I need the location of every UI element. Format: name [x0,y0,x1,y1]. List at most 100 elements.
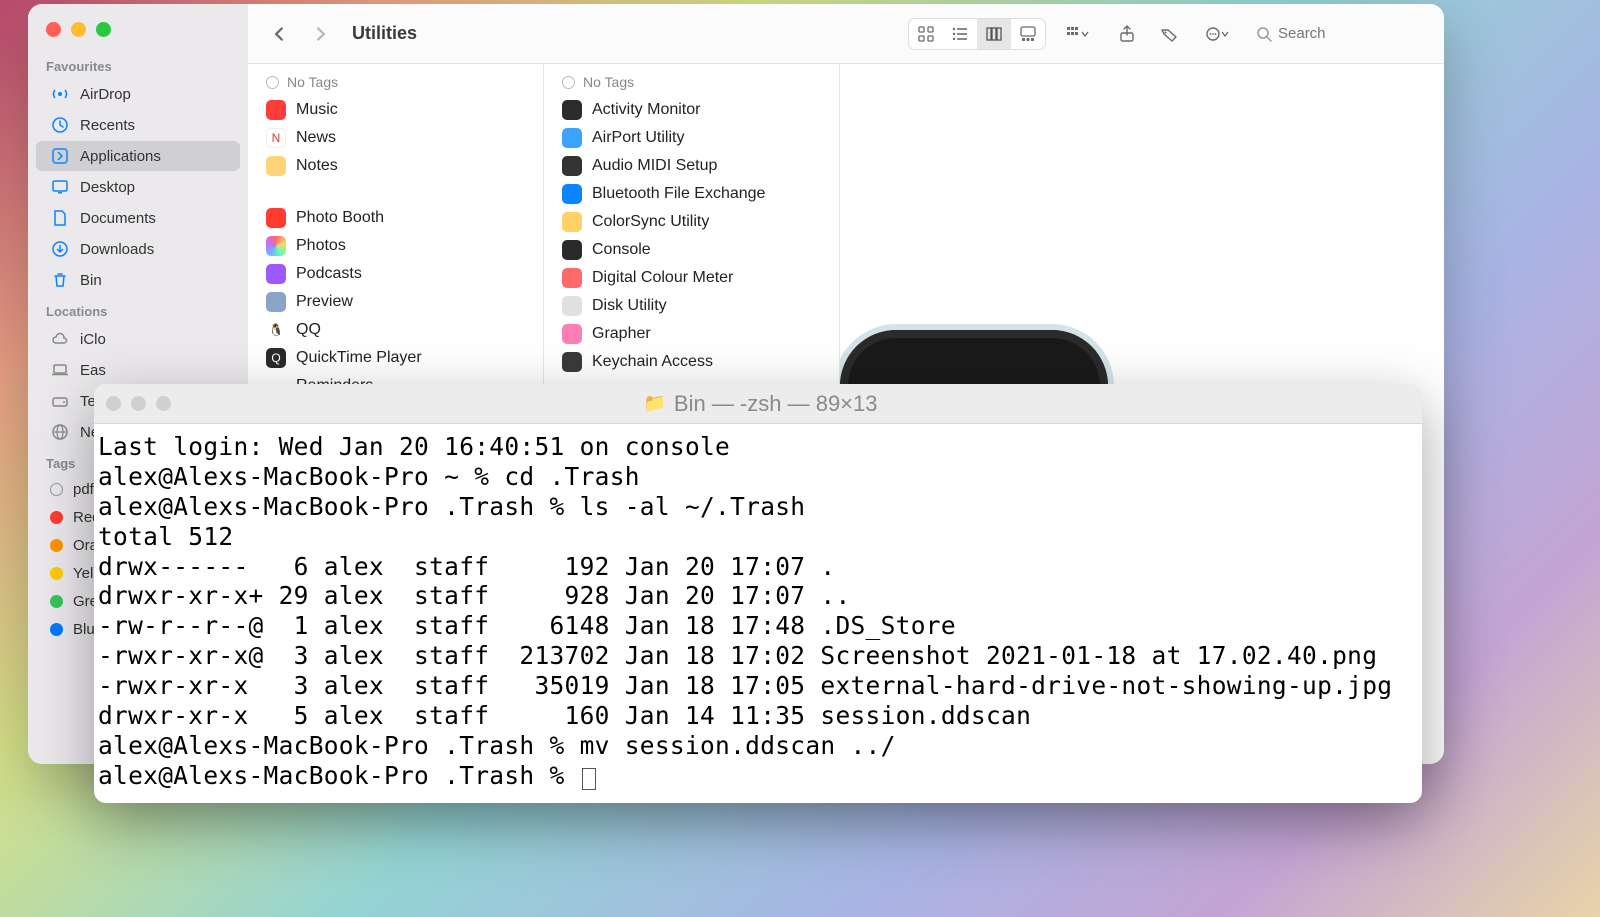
file-label: AirPort Utility [592,129,684,147]
group-by-button[interactable] [1054,19,1102,49]
file-item[interactable]: Activity Monitor [544,96,839,124]
file-item[interactable]: Preview [248,288,543,316]
tags-button[interactable] [1152,19,1186,49]
app-icon [562,324,582,344]
file-item[interactable]: Music [248,96,543,124]
view-gallery-button[interactable] [1011,19,1045,49]
file-label: Grapher [592,325,651,343]
window-controls [28,16,248,51]
tag-dot-icon [50,567,63,580]
minimize-button[interactable] [71,22,86,37]
app-icon [266,264,286,284]
file-item[interactable]: Podcasts [248,260,543,288]
file-item[interactable]: Bluetooth File Exchange [544,180,839,208]
sidebar-item-label: iClo [80,331,106,348]
app-icon [562,184,582,204]
file-label: ColorSync Utility [592,213,709,231]
forward-button[interactable] [304,19,338,49]
sidebar-head-favourites: Favourites [28,51,248,78]
terminal-title: 📁 Bin — -zsh — 89×13 [181,391,1340,417]
file-label: Digital Colour Meter [592,269,733,287]
close-button[interactable] [46,22,61,37]
tag-dot-icon [50,539,63,552]
back-button[interactable] [262,19,296,49]
sidebar-item-documents[interactable]: Documents [36,203,240,233]
cursor [582,768,596,790]
app-icon [562,352,582,372]
file-item[interactable]: QQuickTime Player [248,344,543,372]
file-label: QQ [296,321,321,339]
finder-toolbar: Utilities [248,4,1444,64]
sidebar-item-applications[interactable]: Applications [36,141,240,171]
sidebar-item-airdrop[interactable]: AirDrop [36,79,240,109]
search-icon [1256,26,1272,42]
sidebar-item-label: Blu [73,621,95,638]
actions-button[interactable] [1194,19,1242,49]
file-label: News [296,129,336,147]
sidebar-item-desktop[interactable]: Desktop [36,172,240,202]
file-item[interactable]: 🐧 QQ [248,316,543,344]
no-tags-header: No Tags [544,64,839,96]
zoom-button[interactable] [96,22,111,37]
zoom-button[interactable] [156,396,171,411]
doc-icon [50,208,70,228]
finder-title: Utilities [352,23,417,44]
search-input[interactable] [1278,25,1418,42]
app-icon: Q [266,348,286,368]
file-item[interactable]: Photo Booth [248,204,543,232]
file-label: Notes [296,157,338,175]
file-label: Photo Booth [296,209,384,227]
file-label: Audio MIDI Setup [592,157,717,175]
desktop-icon [50,177,70,197]
file-label: Preview [296,293,353,311]
terminal-content[interactable]: Last login: Wed Jan 20 16:40:51 on conso… [94,424,1422,803]
close-button[interactable] [106,396,121,411]
sidebar-item-label: pdf [73,481,94,498]
view-list-button[interactable] [943,19,977,49]
sidebar-head-locations: Locations [28,296,248,323]
file-label: Podcasts [296,265,362,283]
sidebar-item-downloads[interactable]: Downloads [36,234,240,264]
file-item[interactable]: Audio MIDI Setup [544,152,839,180]
app-icon [266,208,286,228]
app-icon [266,100,286,120]
file-item[interactable]: Grapher [544,320,839,348]
file-item[interactable]: Disk Utility [544,292,839,320]
sidebar-item-label: Documents [80,210,156,227]
file-item[interactable]: AirPort Utility [544,124,839,152]
minimize-button[interactable] [131,396,146,411]
view-columns-button[interactable] [977,19,1011,49]
app-icon [562,212,582,232]
app-icon: 🐧 [266,320,286,340]
cloud-icon [50,329,70,349]
download-icon [50,239,70,259]
view-icons-button[interactable] [909,19,943,49]
disk-icon [50,391,70,411]
sidebar-item-iclo[interactable]: iClo [36,324,240,354]
sidebar-item-eas[interactable]: Eas [36,355,240,385]
sidebar-item-label: Eas [80,362,106,379]
file-item[interactable]: Notes [248,152,543,180]
file-item[interactable]: Console [544,236,839,264]
share-button[interactable] [1110,19,1144,49]
tag-dot-icon [50,623,63,636]
file-item[interactable]: N News [248,124,543,152]
tag-dot-icon [50,483,63,496]
sidebar-item-label: Bin [80,272,102,289]
bin-icon [50,270,70,290]
file-item[interactable]: Photos [248,232,543,260]
sidebar-item-bin[interactable]: Bin [36,265,240,295]
sidebar-item-label: Applications [80,148,161,165]
file-item[interactable]: Keychain Access [544,348,839,376]
file-label: Keychain Access [592,353,713,371]
clock-icon [50,115,70,135]
laptop-icon [50,360,70,380]
search-box[interactable] [1250,21,1430,46]
file-label: Disk Utility [592,297,667,315]
sidebar-item-recents[interactable]: Recents [36,110,240,140]
app-icon: N [266,128,286,148]
file-item[interactable]: ColorSync Utility [544,208,839,236]
file-item[interactable]: Digital Colour Meter [544,264,839,292]
app-icon [562,156,582,176]
globe-icon [50,422,70,442]
